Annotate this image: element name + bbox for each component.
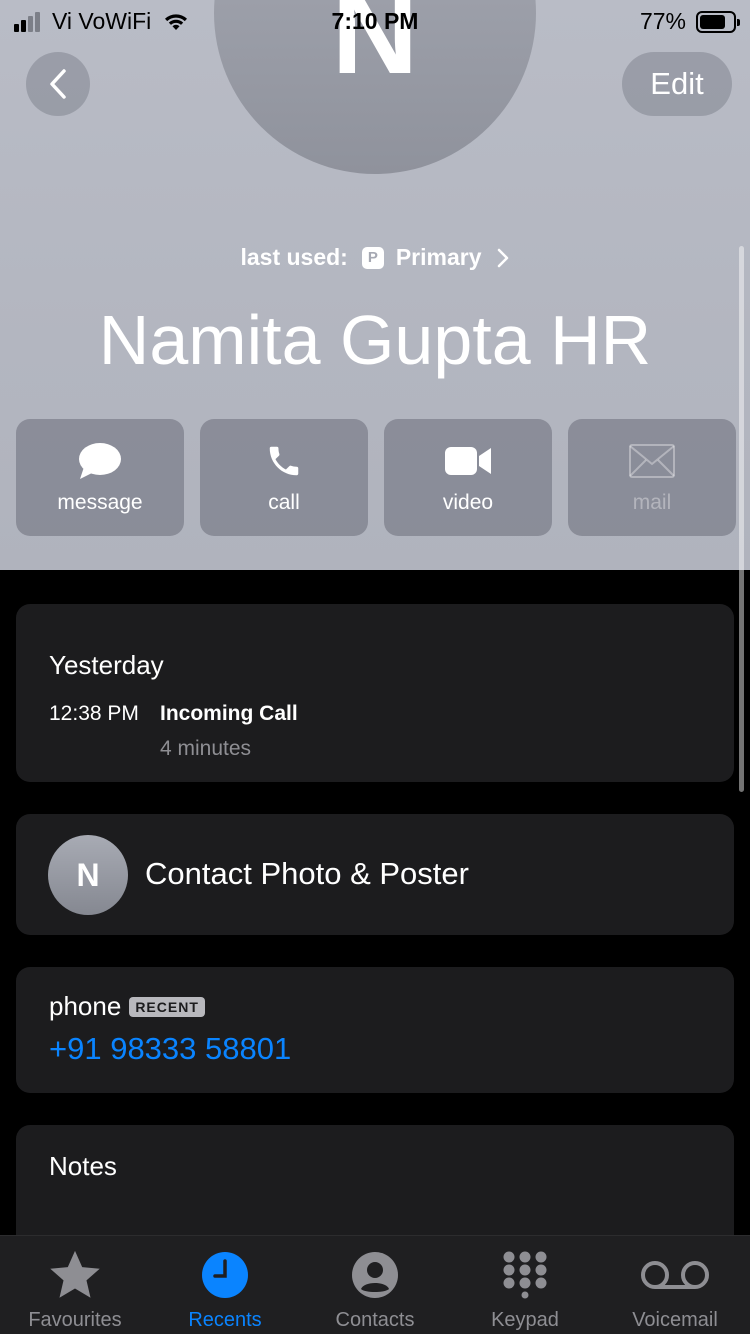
mail-action-label: mail bbox=[632, 490, 672, 514]
battery-icon bbox=[696, 10, 740, 33]
status-bar: Vi VoWiFi 7:10 PM 77% bbox=[0, 0, 750, 42]
tab-voicemail-label: Voicemail bbox=[632, 1309, 718, 1331]
chevron-left-icon bbox=[50, 69, 66, 99]
back-button[interactable] bbox=[26, 52, 90, 116]
phone-label: phone bbox=[49, 991, 122, 1021]
tab-contacts[interactable]: Contacts bbox=[300, 1236, 450, 1334]
phone-label-row: phone RECENT bbox=[49, 991, 205, 1022]
recent-call-card: Yesterday 12:38 PM Incoming Call 4 minut… bbox=[16, 604, 734, 782]
video-camera-icon bbox=[445, 446, 491, 475]
contact-avatar-small: N bbox=[48, 835, 128, 915]
notes-label: Notes bbox=[49, 1151, 117, 1181]
recent-call-day: Yesterday bbox=[49, 650, 164, 680]
recent-call-duration: 4 minutes bbox=[160, 737, 252, 760]
message-action-button[interactable]: message bbox=[16, 419, 184, 536]
call-action-button[interactable]: call bbox=[200, 419, 368, 536]
phone-number-link[interactable]: +91 98333 58801 bbox=[49, 1031, 291, 1067]
star-icon bbox=[50, 1250, 100, 1298]
battery-percent: 77% bbox=[639, 8, 686, 34]
voicemail-icon bbox=[641, 1261, 709, 1289]
call-action-label: call bbox=[268, 490, 300, 514]
tab-contacts-label: Contacts bbox=[335, 1309, 415, 1331]
phone-card[interactable]: phone RECENT +91 98333 58801 bbox=[16, 967, 734, 1093]
recent-call-type: Incoming Call bbox=[160, 702, 298, 725]
scroll-indicator bbox=[739, 246, 744, 792]
phone-icon bbox=[269, 446, 299, 475]
tab-recents-label: Recents bbox=[188, 1309, 262, 1331]
tab-keypad-label: Keypad bbox=[491, 1309, 559, 1331]
tab-favourites-label: Favourites bbox=[28, 1309, 122, 1331]
video-action-button[interactable]: video bbox=[384, 419, 552, 536]
clock-icon bbox=[202, 1252, 248, 1298]
keypad-icon bbox=[503, 1251, 547, 1299]
line-badge-icon: P bbox=[361, 246, 384, 269]
person-circle-icon bbox=[352, 1252, 398, 1298]
tab-favourites[interactable]: Favourites bbox=[0, 1236, 150, 1334]
contact-photo-poster-row[interactable]: N Contact Photo & Poster bbox=[16, 814, 734, 935]
message-action-label: message bbox=[57, 490, 143, 514]
last-used-line: Primary bbox=[395, 244, 482, 270]
contact-header: N Vi VoWiFi 7:10 PM 77% Edit last used: … bbox=[0, 0, 750, 570]
edit-button[interactable]: Edit bbox=[622, 52, 732, 116]
recent-call-time: 12:38 PM bbox=[49, 702, 139, 725]
message-bubble-icon bbox=[79, 442, 121, 479]
tab-recents[interactable]: Recents bbox=[150, 1236, 300, 1334]
recent-badge: RECENT bbox=[129, 996, 205, 1017]
last-used-line-selector[interactable]: last used: P Primary bbox=[0, 244, 750, 271]
status-time: 7:10 PM bbox=[331, 8, 419, 34]
tab-keypad[interactable]: Keypad bbox=[450, 1236, 600, 1334]
contact-name: Namita Gupta HR bbox=[98, 301, 652, 379]
envelope-icon bbox=[629, 443, 675, 478]
last-used-label: last used: bbox=[240, 244, 348, 270]
tab-bar: Favourites Recents Contacts Keypad Voice… bbox=[0, 1235, 750, 1334]
mail-action-button[interactable]: mail bbox=[568, 419, 736, 536]
contact-photo-poster-label: Contact Photo & Poster bbox=[145, 856, 469, 891]
quick-actions: message call video mail bbox=[16, 419, 736, 536]
tab-voicemail[interactable]: Voicemail bbox=[600, 1236, 750, 1334]
chevron-right-icon bbox=[497, 248, 508, 267]
video-action-label: video bbox=[442, 490, 494, 514]
